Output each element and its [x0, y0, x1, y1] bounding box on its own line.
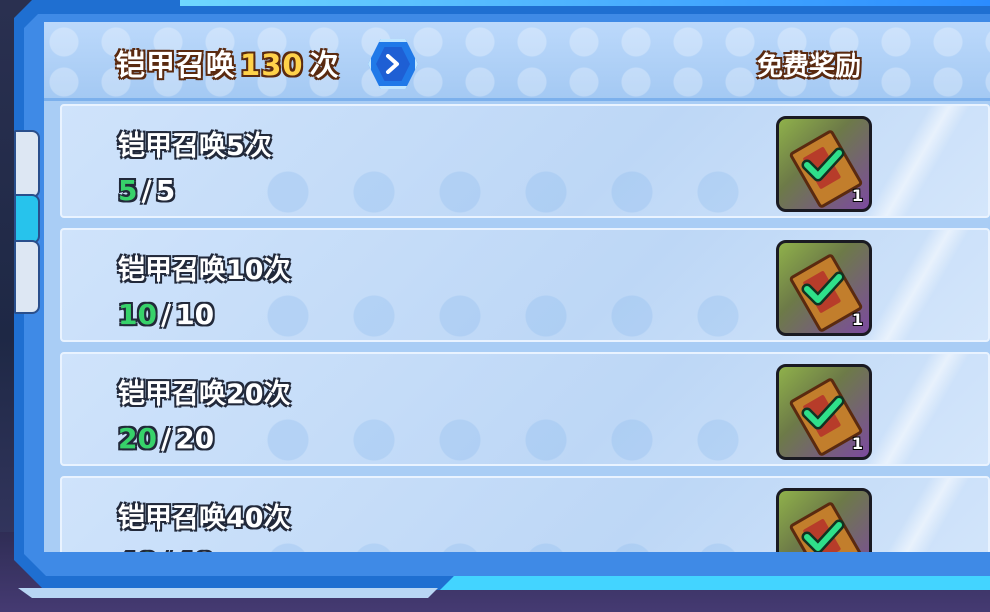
frame-bottom-edge — [18, 588, 438, 598]
chevron-right-glyph — [386, 54, 399, 74]
reward-item[interactable]: 1 — [776, 364, 872, 460]
progress-separator: / — [161, 546, 171, 552]
task-progress: 5 / 5 — [118, 174, 175, 207]
row-hex-pattern — [262, 538, 762, 552]
task-title: 铠甲召唤10次 — [118, 255, 291, 286]
task-title: 铠甲召唤40次 — [118, 503, 291, 534]
task-row: 铠甲召唤20次 20 / 20 1 — [60, 352, 990, 466]
summon-total-title: 铠甲召唤 130 次 — [116, 42, 340, 84]
task-progress: 10 / 10 — [118, 298, 214, 331]
side-tab-1[interactable] — [14, 130, 40, 198]
task-progress: 40 / 40 — [118, 546, 214, 552]
check-icon — [801, 147, 845, 182]
task-title: 铠甲召唤20次 — [118, 379, 291, 410]
reward-item[interactable]: 1 — [776, 116, 872, 212]
task-row: 铠甲召唤40次 40 / 40 1 — [60, 476, 990, 552]
summon-total-count: 130 — [240, 48, 304, 82]
reward-item[interactable]: 1 — [776, 488, 872, 552]
check-icon — [801, 271, 845, 306]
frame-top-accent — [180, 0, 990, 6]
check-icon — [801, 519, 845, 552]
reward-quantity: 1 — [851, 186, 863, 205]
reward-quantity: 1 — [851, 310, 863, 329]
row-hex-pattern — [262, 414, 762, 464]
progress-target: 20 — [175, 422, 215, 455]
side-tab-2[interactable] — [14, 194, 40, 244]
progress-current: 5 — [118, 174, 138, 207]
task-row: 铠甲召唤10次 10 / 10 1 — [60, 228, 990, 342]
panel-header: 铠甲召唤 130 次 免费奖励 — [44, 22, 990, 101]
frame-bottom-accent — [440, 576, 990, 590]
progress-separator: / — [141, 174, 152, 207]
row-hex-pattern — [262, 166, 762, 216]
reward-column-label: 免费奖励 — [757, 52, 862, 82]
progress-separator: / — [160, 422, 172, 455]
chevron-right-icon — [376, 47, 410, 81]
progress-current: 20 — [118, 422, 157, 455]
progress-current: 40 — [118, 546, 157, 552]
progress-current: 10 — [118, 298, 157, 331]
progress-separator: / — [160, 298, 172, 331]
check-icon — [801, 395, 845, 430]
task-title: 铠甲召唤5次 — [118, 131, 272, 162]
reward-quantity: 1 — [851, 434, 863, 453]
row-hex-pattern — [262, 290, 762, 340]
task-row: 铠甲召唤5次 5 / 5 1 — [60, 104, 990, 218]
progress-target: 5 — [155, 174, 176, 207]
reward-item[interactable]: 1 — [776, 240, 872, 336]
side-tab-3[interactable] — [14, 240, 40, 314]
progress-target: 40 — [175, 546, 214, 552]
summon-title-unit: 次 — [309, 48, 340, 82]
progress-target: 10 — [175, 298, 215, 331]
task-progress: 20 / 20 — [118, 422, 214, 455]
task-panel: 铠甲召唤 130 次 免费奖励 铠甲召唤5次 5 / 5 1 铠甲召唤10次 1… — [44, 22, 990, 552]
summon-title-label: 铠甲召唤 — [116, 48, 237, 82]
